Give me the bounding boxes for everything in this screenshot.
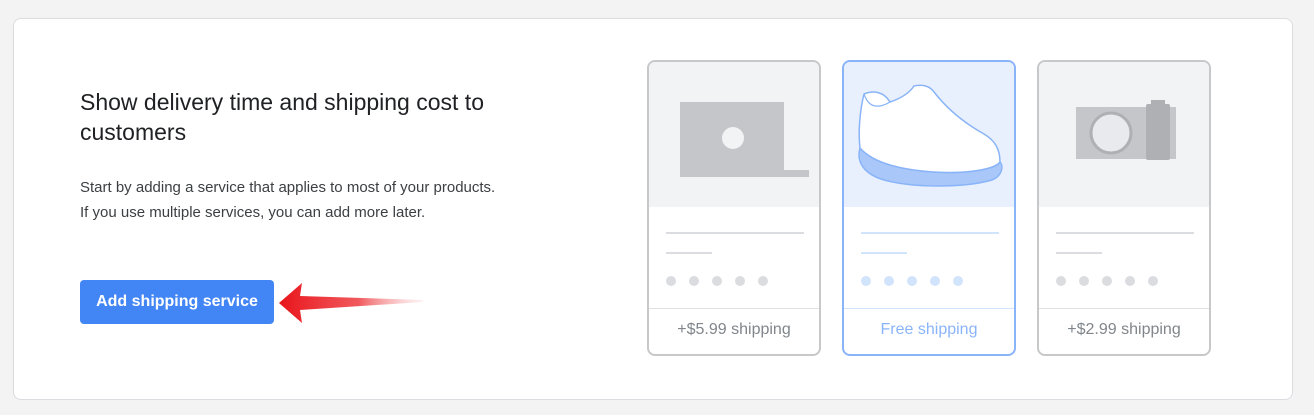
rating-dot bbox=[953, 276, 963, 286]
rating-dot bbox=[1079, 276, 1089, 286]
subtitle-placeholder-line bbox=[666, 252, 712, 254]
title-placeholder-line bbox=[666, 232, 804, 234]
rating-dot bbox=[907, 276, 917, 286]
product-card-laptop: +$5.99 shipping bbox=[647, 60, 821, 356]
shipping-price-label: Free shipping bbox=[880, 321, 978, 338]
rating-dot bbox=[712, 276, 722, 286]
shipping-price-label: +$2.99 shipping bbox=[1067, 321, 1181, 338]
product-card-shoe: Free shipping bbox=[842, 60, 1016, 356]
product-card-camera: +$2.99 shipping bbox=[1037, 60, 1211, 356]
panel-description: Start by adding a service that applies t… bbox=[80, 179, 496, 221]
panel-title: Show delivery time and shipping cost to … bbox=[80, 89, 484, 145]
card-divider bbox=[1039, 308, 1209, 309]
rating-dots bbox=[666, 276, 768, 286]
shipping-price-label: +$5.99 shipping bbox=[677, 321, 791, 338]
card-divider bbox=[649, 308, 819, 309]
rating-dot bbox=[884, 276, 894, 286]
rating-dot bbox=[689, 276, 699, 286]
product-image bbox=[844, 62, 1014, 207]
shipping-onboarding-panel: Show delivery time and shipping cost to … bbox=[13, 18, 1293, 400]
camera-icon bbox=[1076, 100, 1176, 160]
add-shipping-service-button[interactable]: Add shipping service bbox=[80, 280, 274, 324]
laptop-icon bbox=[680, 102, 809, 177]
rating-dots bbox=[1056, 276, 1158, 286]
rating-dot bbox=[735, 276, 745, 286]
rating-dot bbox=[758, 276, 768, 286]
product-image bbox=[649, 62, 819, 207]
card-divider bbox=[844, 308, 1014, 309]
subtitle-placeholder-line bbox=[861, 252, 907, 254]
title-placeholder-line bbox=[861, 232, 999, 234]
rating-dot bbox=[1125, 276, 1135, 286]
product-image bbox=[1039, 62, 1209, 207]
rating-dot bbox=[1148, 276, 1158, 286]
pointer-arrow-icon bbox=[279, 283, 423, 323]
title-placeholder-line bbox=[1056, 232, 1194, 234]
rating-dot bbox=[1056, 276, 1066, 286]
subtitle-placeholder-line bbox=[1056, 252, 1102, 254]
rating-dot bbox=[666, 276, 676, 286]
rating-dot bbox=[930, 276, 940, 286]
shoe-icon bbox=[858, 84, 1003, 187]
rating-dots bbox=[861, 276, 963, 286]
rating-dot bbox=[861, 276, 871, 286]
rating-dot bbox=[1102, 276, 1112, 286]
